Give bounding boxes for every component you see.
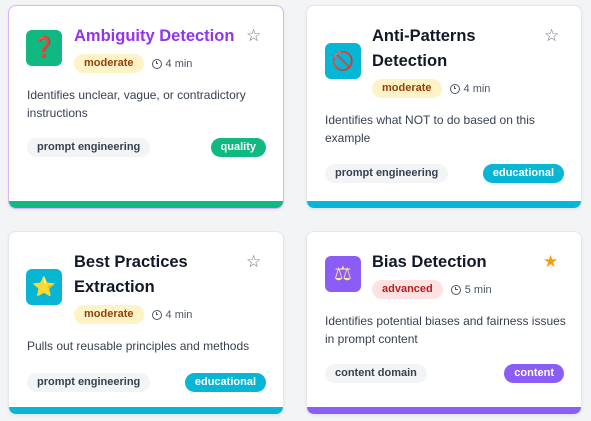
- balance-scale-icon: ⚖: [325, 256, 361, 292]
- duration-text: 4 min: [165, 308, 193, 321]
- difficulty-badge: moderate: [372, 79, 442, 98]
- card-title[interactable]: Bias Detection: [372, 250, 487, 275]
- card-description: Pulls out reusable principles and method…: [27, 339, 250, 353]
- star-icon: ⭐: [26, 269, 62, 305]
- card-title[interactable]: Anti-Patterns Detection: [372, 24, 476, 74]
- card-title-line1: Best Practices: [74, 253, 188, 271]
- card-description: Identifies what NOT to do based on this …: [325, 113, 535, 145]
- duration: 4 min: [151, 308, 193, 321]
- card-meta: moderate 4 min: [372, 79, 490, 98]
- prohibited-icon: 🚫: [325, 43, 361, 79]
- tag-badge: content domain: [325, 364, 427, 383]
- duration-text: 4 min: [463, 82, 491, 95]
- card-description: Identifies unclear, vague, or contradict…: [27, 88, 246, 120]
- duration: 5 min: [450, 283, 492, 296]
- duration: 4 min: [449, 82, 491, 95]
- clock-icon: [449, 83, 460, 94]
- card-title-line2: Extraction: [74, 278, 155, 296]
- duration: 4 min: [151, 57, 193, 70]
- difficulty-badge: advanced: [372, 280, 443, 299]
- card-best-practices-extraction[interactable]: ⭐ Best Practices Extraction ☆ moderate 4…: [8, 231, 284, 415]
- duration-text: 5 min: [464, 283, 492, 296]
- card-title[interactable]: Ambiguity Detection: [74, 24, 234, 49]
- card-meta: advanced 5 min: [372, 280, 492, 299]
- favorite-star-icon[interactable]: ☆: [246, 253, 261, 270]
- card-accent-bar: [9, 407, 283, 414]
- favorite-star-icon[interactable]: ☆: [544, 27, 559, 44]
- difficulty-badge: moderate: [74, 54, 144, 73]
- category-badge: content: [504, 364, 564, 383]
- category-badge: educational: [184, 373, 266, 392]
- card-accent-bar: [9, 201, 283, 208]
- category-badge: educational: [482, 164, 564, 183]
- card-ambiguity-detection[interactable]: ❓ Ambiguity Detection ☆ moderate 4 min I…: [8, 5, 284, 209]
- tag-badge: prompt engineering: [325, 164, 449, 183]
- card-title-line1: Anti-Patterns: [372, 27, 476, 45]
- card-description: Identifies potential biases and fairness…: [325, 314, 566, 346]
- card-bias-detection[interactable]: ⚖ Bias Detection ★ advanced 5 min Identi…: [306, 231, 582, 415]
- card-accent-bar: [307, 407, 581, 414]
- clock-icon: [151, 58, 162, 69]
- card-title-line2: Detection: [372, 52, 448, 70]
- tag-badge: prompt engineering: [27, 138, 151, 157]
- favorite-star-icon[interactable]: ☆: [246, 27, 261, 44]
- clock-icon: [450, 284, 461, 295]
- card-meta: moderate 4 min: [74, 305, 192, 324]
- question-mark-icon: ❓: [26, 30, 62, 66]
- card-accent-bar: [307, 201, 581, 208]
- category-badge: quality: [210, 138, 266, 157]
- card-meta: moderate 4 min: [74, 54, 192, 73]
- duration-text: 4 min: [165, 57, 193, 70]
- favorite-star-icon[interactable]: ★: [543, 253, 558, 270]
- tag-badge: prompt engineering: [27, 373, 151, 392]
- clock-icon: [151, 309, 162, 320]
- card-anti-patterns-detection[interactable]: 🚫 Anti-Patterns Detection ☆ moderate 4 m…: [306, 5, 582, 209]
- difficulty-badge: moderate: [74, 305, 144, 324]
- card-title[interactable]: Best Practices Extraction: [74, 250, 188, 300]
